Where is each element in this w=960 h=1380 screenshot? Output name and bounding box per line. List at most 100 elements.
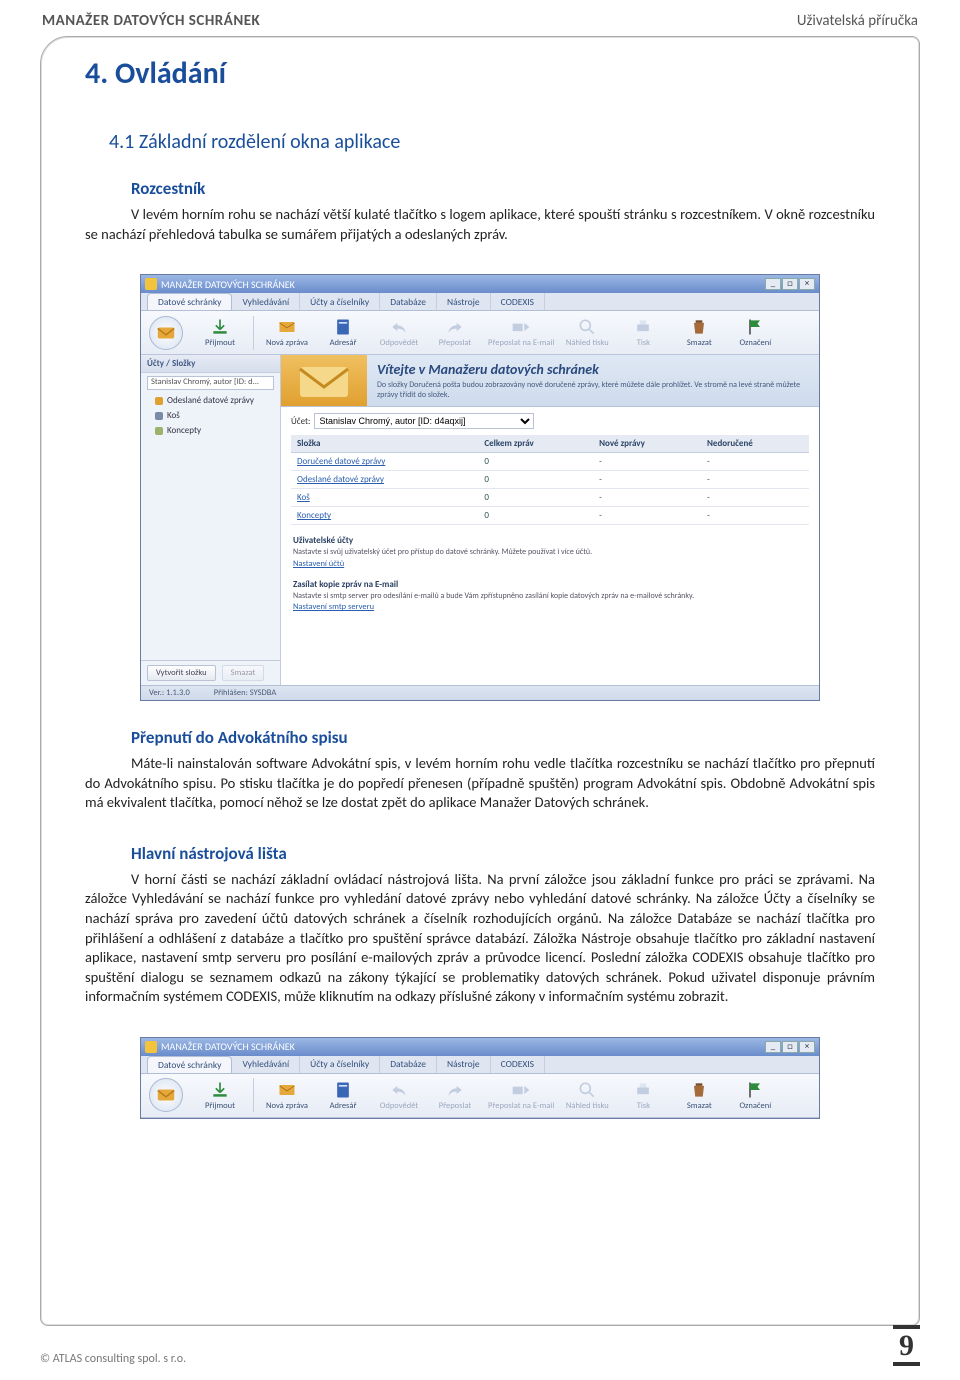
page-header: MANAŽER DATOVÝCH SCHRÁNEK Uživatelská př… [40, 12, 920, 34]
sidebar: Účty / Složky Stanislav Chromý, autor [I… [141, 355, 281, 685]
preview-icon [577, 317, 597, 337]
tab-datove-schranky[interactable]: Datové schránky [147, 293, 232, 310]
toolbar-oznaceni[interactable]: Označení [732, 317, 778, 348]
toolbar-preposlat[interactable]: Přeposlat [432, 317, 478, 348]
section-title: 4.1 Základní rozdělení okna aplikace [109, 130, 875, 154]
tab-vyhledavani[interactable]: Vyhledávání [232, 293, 300, 310]
create-folder-button[interactable]: Vytvořit složku [147, 665, 216, 681]
header-subtitle: Uživatelská příručka [797, 12, 918, 30]
maximize-icon[interactable]: □ [782, 278, 798, 290]
flag-icon [745, 317, 765, 337]
link-nastaveni-uctu[interactable]: Nastavení účtů [293, 559, 344, 569]
sidebar-title: Účty / Složky [141, 355, 280, 373]
folder-icon [155, 427, 163, 435]
content-frame: 4. Ovládání 4.1 Základní rozdělení okna … [40, 36, 920, 1326]
toolbar: Přijmout Nová zpráva Adresář Odpovědět P… [141, 311, 819, 355]
block-lista: Hlavní nástrojová lišta V horní části se… [85, 843, 875, 1007]
window-title: MANAŽER DATOVÝCH SCHRÁNEK [161, 1040, 295, 1053]
sub2-para: Máte-li nainstalován software Advokátní … [85, 754, 875, 813]
toolbar-nahled[interactable]: Náhled tisku [564, 1080, 610, 1111]
toolbar-adresar[interactable]: Adresář [320, 317, 366, 348]
trash-icon [689, 1080, 709, 1100]
tab-codexis[interactable]: CODEXIS [491, 1056, 545, 1073]
table-row: Odeslané datové zprávy0-- [291, 471, 809, 489]
folder-icon [155, 397, 163, 405]
delete-folder-button[interactable]: Smazat [222, 665, 265, 681]
toolbar-adresar[interactable]: Adresář [320, 1080, 366, 1111]
flag-icon [745, 1080, 765, 1100]
toolbar-tisk[interactable]: Tisk [620, 1080, 666, 1111]
block-prepnuti: Přepnutí do Advokátního spisu Máte-li na… [85, 727, 875, 813]
tab-nastroje[interactable]: Nástroje [437, 293, 491, 310]
summary-table: Složka Celkem zpráv Nové zprávy Nedoruče… [291, 435, 809, 525]
reply-icon [389, 1080, 409, 1100]
welcome-heading: Vítejte v Manažeru datových schránek [377, 361, 809, 378]
forward-mail-icon [511, 1080, 531, 1100]
rozcestnik-button[interactable] [149, 1078, 183, 1112]
th-nedorucene: Nedoručené [701, 435, 809, 453]
welcome-illustration [281, 355, 367, 406]
toolbar-preposlat-email[interactable]: Přeposlat na E-mail [488, 317, 554, 348]
toolbar-nova-zprava[interactable]: Nová zpráva [264, 1080, 310, 1111]
tab-codexis[interactable]: CODEXIS [491, 293, 545, 310]
rozcestnik-button[interactable] [149, 316, 183, 350]
toolbar: Přijmout Nová zpráva Adresář Odpovědět P… [141, 1074, 819, 1118]
block-rozcestnik: Rozcestník V levém horním rohu se nacház… [85, 178, 875, 244]
toolbar-prijmout[interactable]: Přijmout [197, 317, 243, 348]
titlebar: MANAŽER DATOVÝCH SCHRÁNEK _ □ × [141, 1038, 819, 1056]
status-bar: Ver.: 1.1.3.0 Přihlášen: SYSDBA [141, 685, 819, 700]
sub1-title: Rozcestník [131, 178, 875, 199]
close-icon[interactable]: × [799, 1041, 815, 1053]
toolbar-smazat[interactable]: Smazat [676, 317, 722, 348]
tab-ucty[interactable]: Účty a číselníky [300, 1056, 380, 1073]
sidebar-item-kos[interactable]: Koš [141, 408, 280, 423]
panel-smtp: Zasílat kopie zpráv na E-mail Nastavte s… [293, 579, 807, 612]
window-title: MANAŽER DATOVÝCH SCHRÁNEK [161, 278, 295, 291]
book-icon [333, 1080, 353, 1100]
table-row: Doručené datové zprávy0-- [291, 453, 809, 471]
titlebar: MANAŽER DATOVÝCH SCHRÁNEK _ □ × [141, 275, 819, 293]
toolbar-oznaceni[interactable]: Označení [732, 1080, 778, 1111]
toolbar-prijmout[interactable]: Přijmout [197, 1080, 243, 1111]
reply-icon [389, 317, 409, 337]
tab-ucty[interactable]: Účty a číselníky [300, 293, 380, 310]
toolbar-nahled[interactable]: Náhled tisku [564, 317, 610, 348]
tab-databaze[interactable]: Databáze [380, 1056, 437, 1073]
screenshot-main: MANAŽER DATOVÝCH SCHRÁNEK _ □ × Datové s… [140, 274, 820, 701]
maximize-icon[interactable]: □ [782, 1041, 798, 1053]
minimize-icon[interactable]: _ [765, 278, 781, 290]
tab-vyhledavani[interactable]: Vyhledávání [232, 1056, 300, 1073]
app-icon [145, 1041, 157, 1053]
toolbar-preposlat-email[interactable]: Přeposlat na E-mail [488, 1080, 554, 1111]
download-icon [210, 317, 230, 337]
forward-icon [445, 317, 465, 337]
tab-databaze[interactable]: Databáze [380, 293, 437, 310]
book-icon [333, 317, 353, 337]
sidebar-account-combo[interactable]: Stanislav Chromý, autor [ID: d... [147, 376, 274, 390]
sub1-para: V levém horním rohu se nachází větší kul… [85, 205, 875, 244]
account-label: Účet: [291, 416, 310, 427]
toolbar-tisk[interactable]: Tisk [620, 317, 666, 348]
account-select[interactable]: Stanislav Chromý, autor [ID: d4aqxij] [314, 413, 534, 429]
sidebar-item-koncepty[interactable]: Koncepty [141, 423, 280, 438]
print-icon [633, 1080, 653, 1100]
status-version: Ver.: 1.1.3.0 [149, 688, 190, 698]
toolbar-preposlat[interactable]: Přeposlat [432, 1080, 478, 1111]
sub2-title: Přepnutí do Advokátního spisu [131, 727, 875, 748]
minimize-icon[interactable]: _ [765, 1041, 781, 1053]
close-icon[interactable]: × [799, 278, 815, 290]
tab-datove-schranky[interactable]: Datové schránky [147, 1056, 232, 1073]
sub3-title: Hlavní nástrojová lišta [131, 843, 875, 864]
sub3-para: V horní části se nachází základní ovláda… [85, 870, 875, 1007]
copyright: © ATLAS consulting spol. s r.o. [40, 1352, 186, 1366]
toolbar-smazat[interactable]: Smazat [676, 1080, 722, 1111]
link-nastaveni-smtp[interactable]: Nastavení smtp serveru [293, 602, 374, 612]
mail-icon [277, 1080, 297, 1100]
toolbar-nova-zprava[interactable]: Nová zpráva [264, 317, 310, 348]
folder-icon [155, 412, 163, 420]
download-icon [210, 1080, 230, 1100]
sidebar-item-odeslane[interactable]: Odeslané datové zprávy [141, 393, 280, 408]
toolbar-odpovedet[interactable]: Odpovědět [376, 1080, 422, 1111]
toolbar-odpovedet[interactable]: Odpovědět [376, 317, 422, 348]
tab-nastroje[interactable]: Nástroje [437, 1056, 491, 1073]
